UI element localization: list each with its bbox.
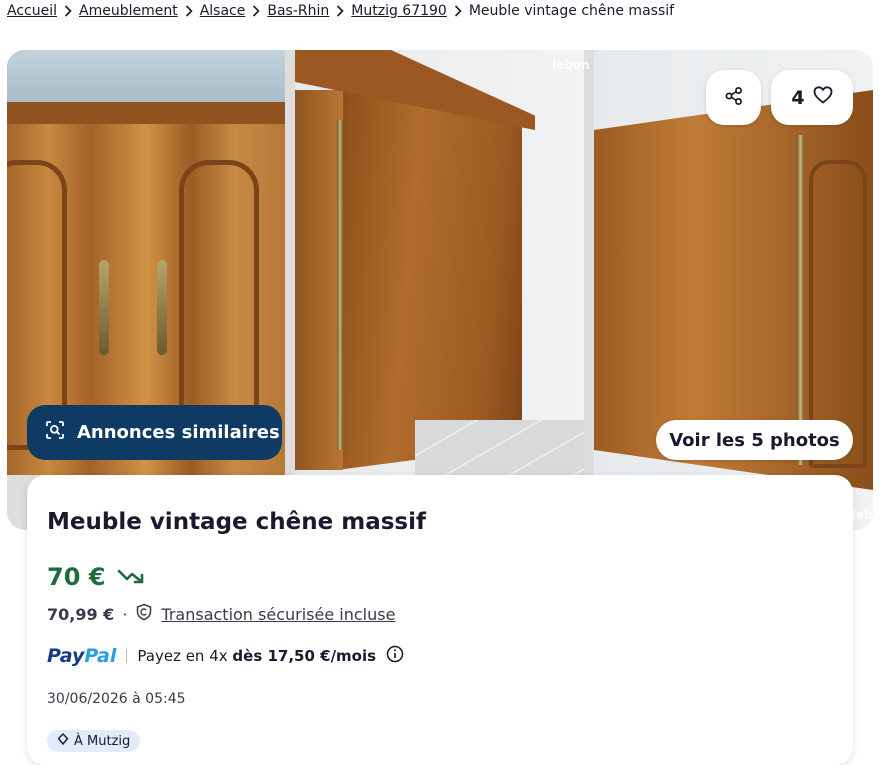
paypal-logo-pay: Pay xyxy=(47,645,85,667)
info-icon[interactable] xyxy=(386,645,404,667)
image-search-icon xyxy=(45,420,65,445)
price-value: 70 € xyxy=(47,563,106,591)
paypal-logo: PayPal xyxy=(47,645,116,667)
paypal-installments-row: PayPal Payez en 4x dès 17,50 €/mois xyxy=(47,645,404,667)
ad-title: Meuble vintage chêne massif xyxy=(47,509,426,535)
secure-transaction-link[interactable]: Transaction sécurisée incluse xyxy=(161,605,395,624)
divider xyxy=(126,649,128,663)
photo-1-rail xyxy=(7,102,285,124)
similar-ads-label: Annonces similaires xyxy=(77,422,280,443)
breadcrumb-link-ameublement[interactable]: Ameublement xyxy=(79,3,178,19)
ad-price: 70 € xyxy=(47,563,145,591)
favorites-count: 4 xyxy=(791,86,805,109)
view-all-photos-button[interactable]: Voir les 5 photos xyxy=(656,420,853,460)
chevron-right-icon xyxy=(329,3,351,19)
share-button[interactable] xyxy=(706,70,761,125)
photo-2-floor xyxy=(415,420,584,475)
heart-icon xyxy=(813,86,833,109)
breadcrumb-link-accueil[interactable]: Accueil xyxy=(7,3,57,19)
price-with-fees: 70,99 € xyxy=(47,604,115,624)
photo-2[interactable]: lebon xyxy=(295,50,590,475)
chevron-right-icon xyxy=(447,3,469,19)
favorite-button[interactable]: 4 xyxy=(771,70,853,125)
location-label: À Mutzig xyxy=(74,733,131,749)
breadcrumb: Accueil Ameublement Alsace Bas-Rhin Mutz… xyxy=(7,0,674,22)
chevron-right-icon xyxy=(178,3,200,19)
breadcrumb-link-alsace[interactable]: Alsace xyxy=(200,3,246,19)
photo-2-hinge xyxy=(337,120,343,450)
photo-2-side-panel xyxy=(337,90,522,470)
paypal-logo-pal: Pal xyxy=(84,645,117,667)
paypal-amount: dès 17,50 €/mois xyxy=(232,647,377,665)
ad-info-card: Meuble vintage chêne massif 70 € 70,99 €… xyxy=(27,475,853,765)
paypal-text-prefix: Payez en 4x xyxy=(137,647,228,665)
breadcrumb-link-bas-rhin[interactable]: Bas-Rhin xyxy=(267,3,329,19)
chevron-right-icon xyxy=(57,3,79,19)
breadcrumb-current: Meuble vintage chêne massif xyxy=(468,3,675,19)
photo-2-watermark: lebon xyxy=(552,58,590,72)
location-icon xyxy=(57,733,69,749)
keyhole-escutcheon-right xyxy=(157,260,167,355)
keyhole-escutcheon-left xyxy=(99,260,109,355)
ad-date: 30/06/2026 à 05:45 xyxy=(47,691,186,707)
shield-icon xyxy=(135,603,153,625)
share-icon xyxy=(724,86,744,110)
photo-1-wall xyxy=(7,50,285,102)
paypal-text: Payez en 4x dès 17,50 €/mois xyxy=(137,647,376,665)
chevron-right-icon xyxy=(245,3,267,19)
similar-ads-button[interactable]: Annonces similaires xyxy=(27,405,282,460)
price-drop-icon xyxy=(117,563,145,591)
photo-3-hinge xyxy=(797,135,804,465)
price-with-fees-row: 70,99 € · Transaction sécurisée incluse xyxy=(47,603,395,625)
photo-2-front xyxy=(295,90,343,470)
location-badge: À Mutzig xyxy=(47,730,141,752)
breadcrumb-link-mutzig[interactable]: Mutzig 67190 xyxy=(351,3,447,19)
photo-3-watermark: lebon xyxy=(852,508,873,522)
separator-dot: · xyxy=(122,604,128,624)
